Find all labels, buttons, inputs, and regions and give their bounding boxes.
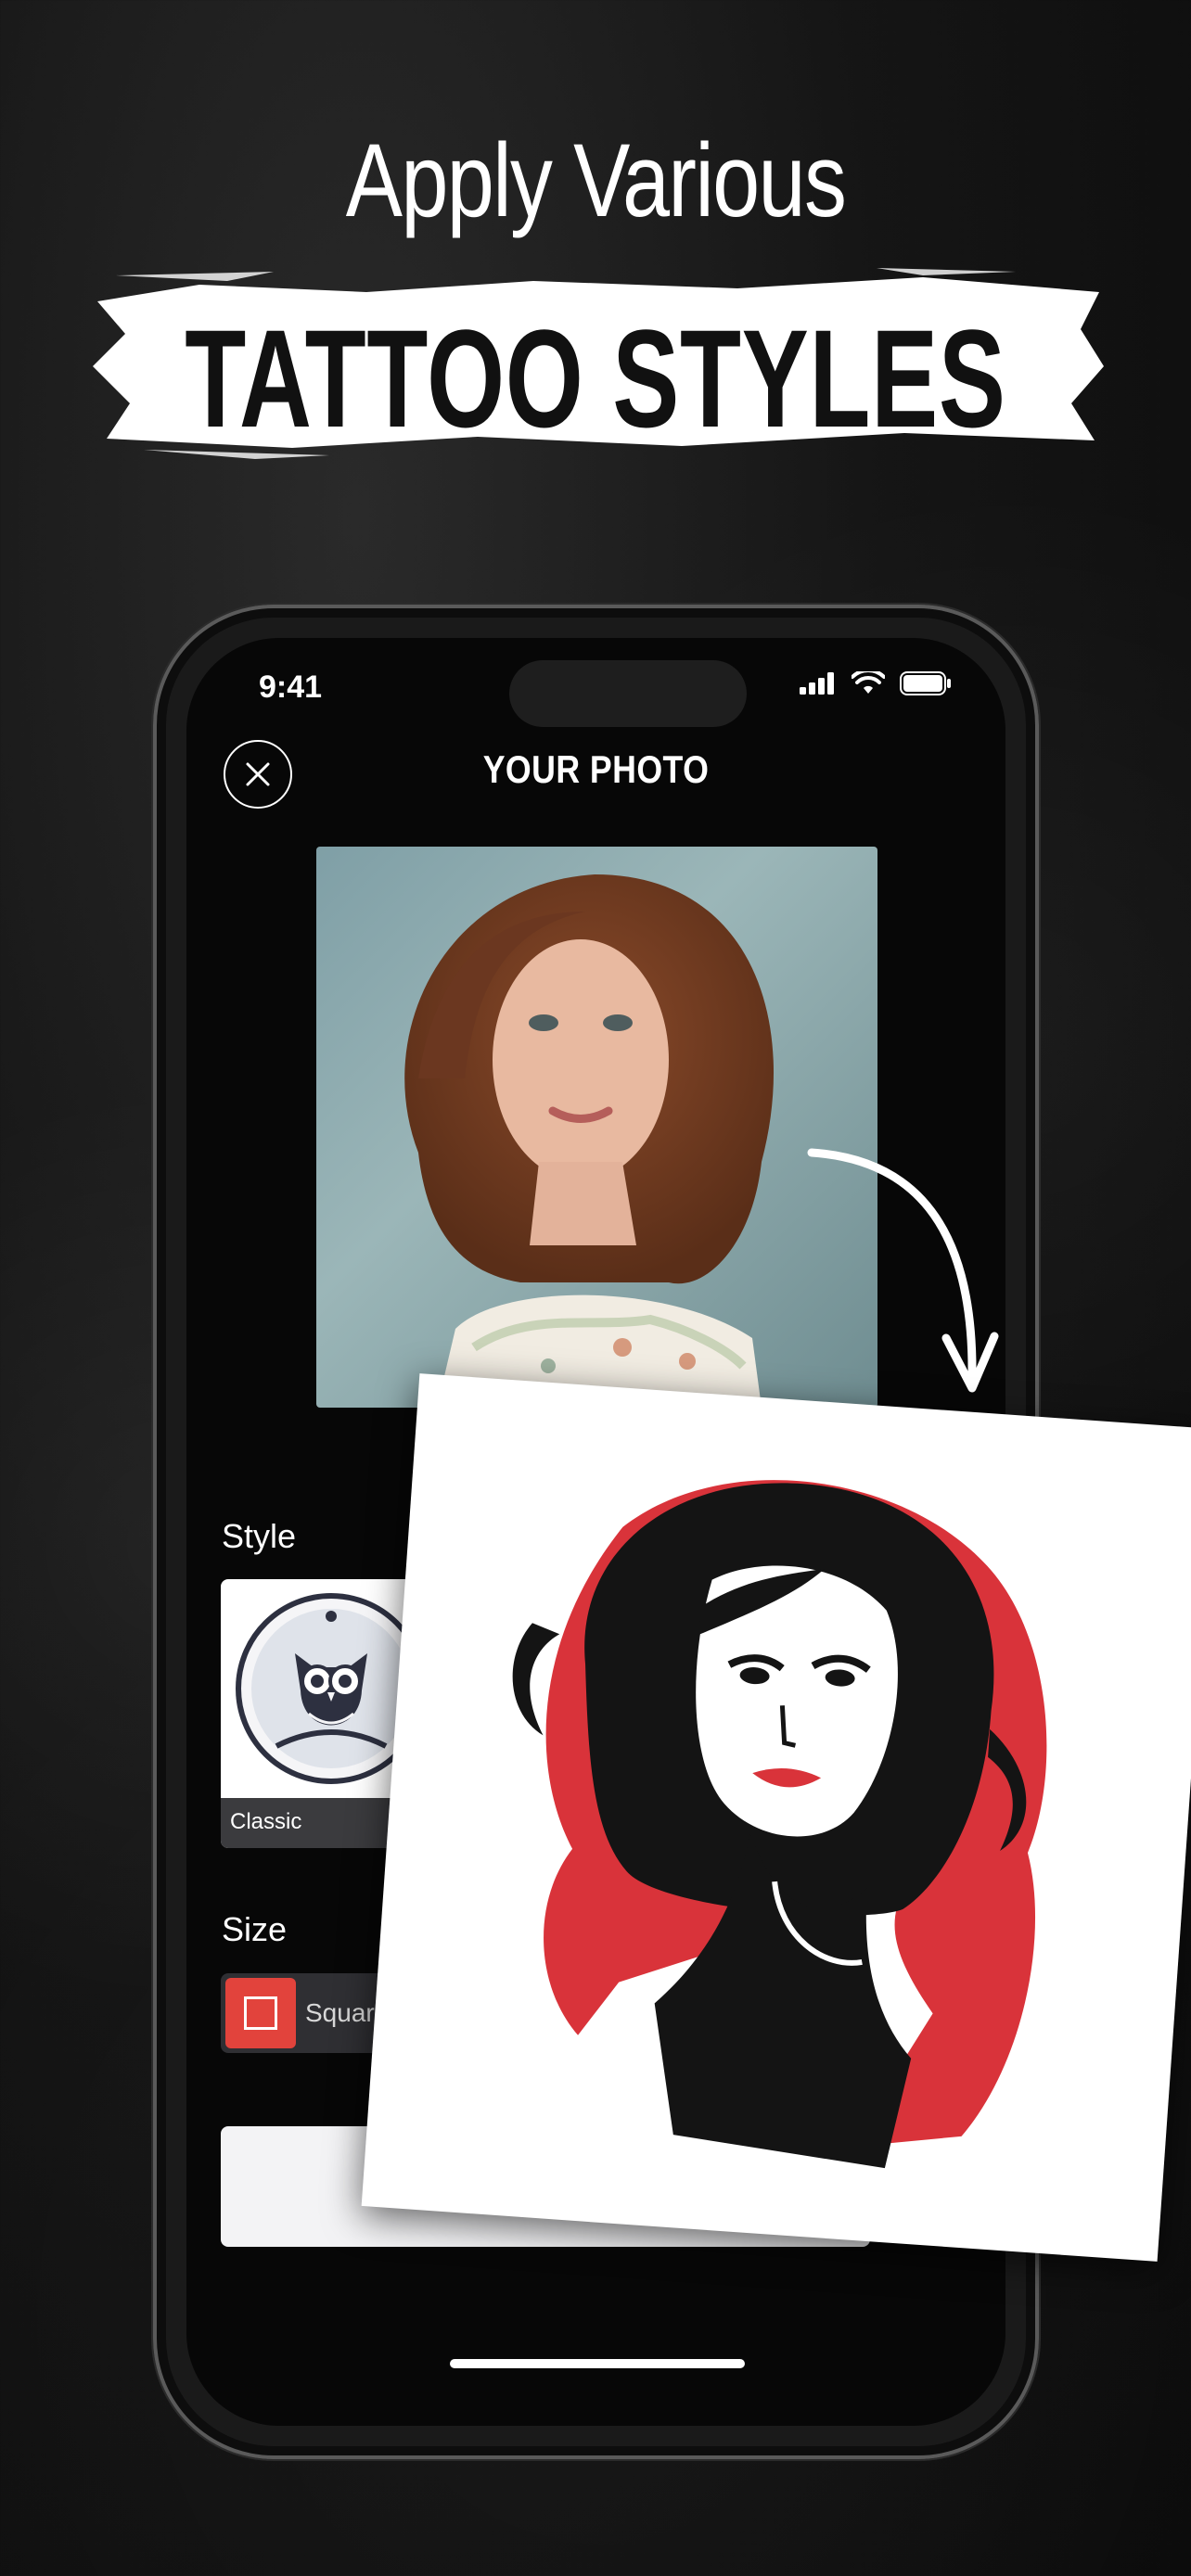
wifi-icon bbox=[852, 671, 885, 694]
style-section-label: Style bbox=[222, 1517, 297, 1555]
square-icon bbox=[225, 1978, 296, 2048]
curved-arrow-icon bbox=[807, 1148, 999, 1393]
screen-title: YOUR PHOTO bbox=[482, 747, 710, 791]
home-indicator bbox=[450, 2359, 745, 2368]
signal-icon bbox=[800, 672, 834, 695]
portrait-illustration bbox=[404, 874, 775, 1408]
status-icons bbox=[800, 671, 952, 695]
battery-icon bbox=[900, 671, 951, 695]
dynamic-island bbox=[509, 660, 747, 727]
tattoo-result-card bbox=[361, 1373, 1191, 2262]
size-section-label: Size bbox=[222, 1910, 288, 1948]
tattoo-portrait-illustration bbox=[512, 1480, 1047, 2169]
status-time: 9:41 bbox=[259, 670, 323, 705]
headline-line1: Apply Various bbox=[345, 122, 847, 238]
uploaded-photo[interactable] bbox=[316, 847, 877, 1408]
headline-line2: TATTOO STYLES bbox=[185, 300, 1006, 456]
